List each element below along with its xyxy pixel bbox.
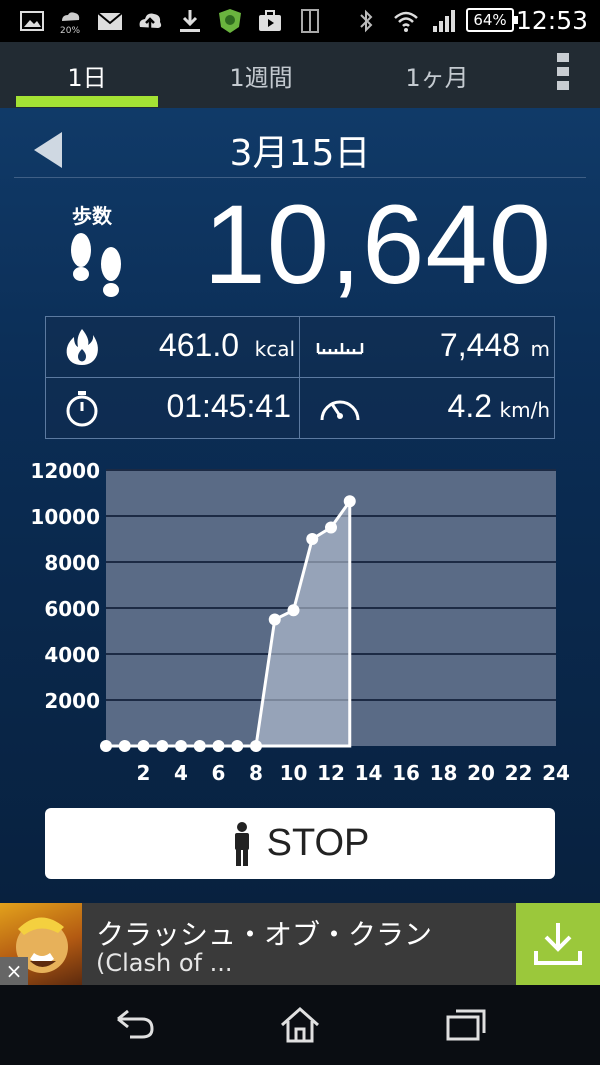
navigation-bar xyxy=(0,985,600,1065)
date-label: 3月15日 xyxy=(229,133,371,174)
x-tick-label: 2 xyxy=(137,761,151,785)
x-tick-label: 8 xyxy=(249,761,263,785)
y-tick-label: 12000 xyxy=(30,459,100,483)
bluetooth-icon xyxy=(360,9,373,33)
distance-value: 7,448 xyxy=(439,327,520,363)
data-point xyxy=(175,740,187,752)
main-panel: 3月15日 歩数 10,640 461.0 kcal 7,448 m 01:45… xyxy=(0,108,600,903)
signal-icon xyxy=(433,10,455,32)
data-point xyxy=(137,740,150,752)
data-point xyxy=(343,495,356,508)
ad-banner[interactable]: × クラッシュ・オブ・クラン (Clash of ... xyxy=(0,903,600,985)
x-tick-label: 4 xyxy=(174,761,188,785)
y-axis-ticks: 2000 4000 6000 8000 10000 12000 xyxy=(30,459,100,713)
speed-cell: 4.2 km/h xyxy=(300,378,554,439)
x-tick-label: 12 xyxy=(317,761,345,785)
data-point xyxy=(325,521,337,534)
battery-icon: 64% xyxy=(466,8,518,32)
speed-unit: km/h xyxy=(499,398,550,422)
ruler-icon xyxy=(316,343,364,355)
x-tick-label: 14 xyxy=(355,761,383,785)
y-tick-label: 6000 xyxy=(44,597,100,621)
x-axis-ticks: 2 4 6 8 10 12 14 16 18 20 22 24 xyxy=(137,761,570,785)
phone-outline-icon xyxy=(301,9,319,33)
calories-value: 461.0 xyxy=(158,327,239,363)
steps-chart: 20004000600080001000012000 2 4 6 8 10 12 14 16 1… xyxy=(30,459,570,785)
steps-label: 歩数 xyxy=(72,204,112,228)
time-value: 01:45:41 xyxy=(166,388,291,424)
tab-1-week[interactable]: 1週間 xyxy=(190,42,332,108)
data-point xyxy=(118,740,131,752)
data-point xyxy=(287,604,300,617)
tab-1-month[interactable]: 1ヶ月 xyxy=(366,42,508,108)
image-icon xyxy=(20,11,44,31)
x-tick-label: 22 xyxy=(505,761,533,785)
ad-subtitle: (Clash of ... xyxy=(96,949,233,977)
tab-indicator xyxy=(16,96,158,107)
x-tick-label: 6 xyxy=(212,761,226,785)
y-tick-label: 8000 xyxy=(44,551,100,575)
stopwatch-icon xyxy=(66,391,98,427)
speedometer-icon xyxy=(320,400,360,421)
home-icon[interactable] xyxy=(278,1005,322,1045)
calories-cell: 461.0 kcal xyxy=(46,317,300,378)
download-icon xyxy=(534,923,582,965)
y-tick-label: 10000 xyxy=(30,505,100,529)
ad-close-button[interactable]: × xyxy=(0,957,28,985)
weather-text: 20% xyxy=(60,26,80,35)
wifi-icon xyxy=(394,11,418,32)
overflow-menu-icon[interactable] xyxy=(548,50,578,96)
download-icon xyxy=(180,10,200,32)
briefcase-icon xyxy=(259,10,281,31)
data-point xyxy=(100,740,112,752)
cloud-upload-icon xyxy=(139,13,162,29)
stop-label: STOP xyxy=(266,822,370,864)
walking-person-icon xyxy=(234,821,249,866)
stop-button[interactable]: STOP xyxy=(45,808,555,879)
distance-cell: 7,448 m xyxy=(300,317,554,378)
flame-icon xyxy=(66,329,98,365)
back-icon[interactable] xyxy=(112,1005,156,1045)
data-point xyxy=(231,740,244,752)
status-bar: 20% 64% 12:53 xyxy=(0,0,600,42)
x-tick-label: 18 xyxy=(430,761,458,785)
data-point xyxy=(306,533,319,545)
battery-level: 64% xyxy=(473,11,507,29)
date-header: 3月15日 xyxy=(14,118,586,178)
ad-download-button[interactable] xyxy=(516,903,600,985)
time-cell: 01:45:41 xyxy=(46,378,300,439)
distance-unit: m xyxy=(530,337,550,361)
data-point xyxy=(268,613,281,626)
y-tick-label: 4000 xyxy=(44,643,100,667)
stats-grid: 461.0 kcal 7,448 m 01:45:41 4.2 km/h xyxy=(45,316,555,439)
ad-title: クラッシュ・オブ・クラン xyxy=(96,918,433,951)
speed-value: 4.2 xyxy=(447,388,492,424)
x-tick-label: 24 xyxy=(542,761,570,785)
shield-app-icon xyxy=(219,9,241,33)
data-point xyxy=(193,740,206,752)
data-point xyxy=(156,740,169,752)
weather-icon: 20% xyxy=(60,12,80,35)
x-tick-label: 16 xyxy=(392,761,420,785)
recent-apps-icon[interactable] xyxy=(444,1005,488,1045)
y-tick-label: 2000 xyxy=(44,689,100,713)
step-count: 10,640 xyxy=(203,182,552,307)
data-point xyxy=(250,740,262,752)
footprints-icon xyxy=(71,233,121,297)
calories-unit: kcal xyxy=(254,337,295,361)
mail-icon xyxy=(97,12,123,30)
data-point xyxy=(212,740,225,752)
clock: 12:53 xyxy=(515,6,588,35)
x-tick-label: 10 xyxy=(280,761,308,785)
x-tick-label: 20 xyxy=(467,761,495,785)
